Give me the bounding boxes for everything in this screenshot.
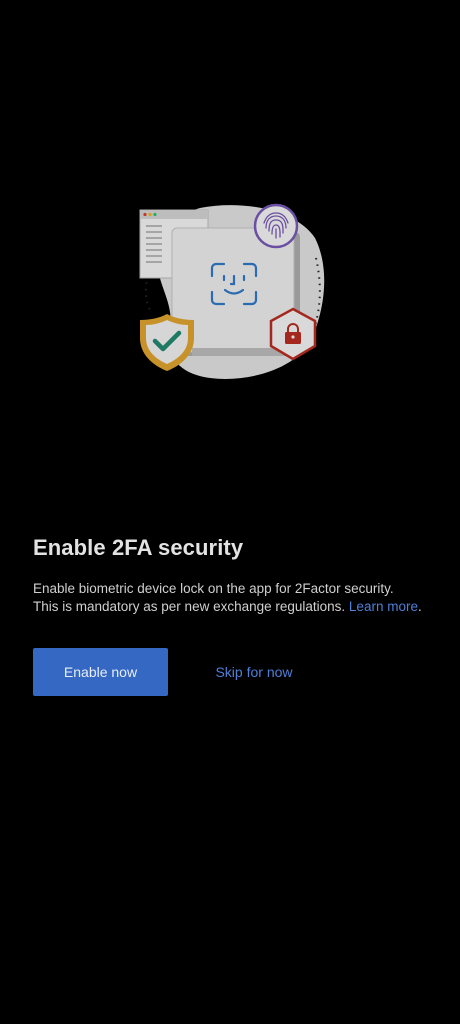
fingerprint-icon	[253, 203, 299, 249]
enable-now-button[interactable]: Enable now	[33, 648, 168, 696]
description-line-1: Enable biometric device lock on the app …	[33, 581, 394, 596]
description-line-2: This is mandatory as per new exchange re…	[33, 599, 349, 614]
action-row: Enable now Skip for now	[33, 648, 433, 696]
skip-for-now-button[interactable]: Skip for now	[203, 648, 305, 696]
page-title: Enable 2FA security	[33, 535, 244, 560]
description-text: Enable biometric device lock on the app …	[33, 580, 433, 616]
security-illustration	[130, 198, 330, 388]
enable-2fa-screen: Enable 2FA security Enable biometric dev…	[0, 0, 460, 1024]
learn-more-link[interactable]: Learn more	[349, 599, 418, 614]
description-period: .	[417, 599, 422, 614]
